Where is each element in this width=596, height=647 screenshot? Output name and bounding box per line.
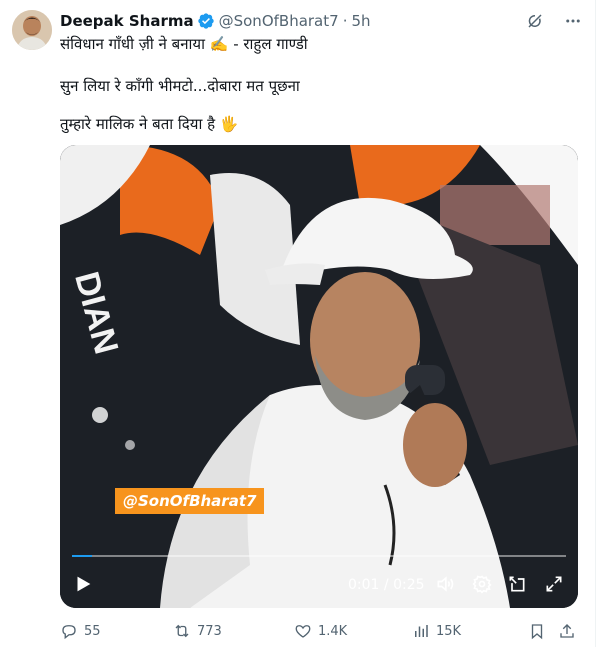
author-handle[interactable]: @SonOfBharat7 — [219, 12, 339, 30]
repost-button[interactable]: 773 — [173, 622, 222, 640]
video-progress-bar[interactable] — [72, 555, 566, 557]
settings-icon[interactable] — [471, 573, 493, 595]
tweet-text-line-1: संविधान गाँधी ज़ी ने बनाया ✍️ - राहुल गा… — [60, 35, 308, 53]
like-button[interactable]: 1.4K — [294, 622, 347, 640]
like-icon — [295, 625, 311, 638]
author-name[interactable]: Deepak Sharma — [60, 12, 194, 30]
video-time-separator: / — [379, 577, 394, 593]
views-button[interactable]: 15K — [412, 622, 461, 640]
separator-dot: · — [342, 12, 348, 30]
fullscreen-icon[interactable] — [543, 573, 565, 595]
grok-icon[interactable] — [525, 11, 545, 31]
minimize-icon[interactable] — [506, 573, 528, 595]
video-watermark: @SonOfBharat7 — [115, 488, 265, 514]
tweet-header: Deepak Sharma @SonOfBharat7 · 5h — [60, 10, 583, 32]
like-count: 1.4K — [318, 623, 348, 639]
volume-icon[interactable] — [434, 573, 456, 595]
views-count: 15K — [436, 623, 462, 639]
more-icon[interactable] — [563, 11, 583, 31]
video-frame: DIAN — [60, 145, 578, 608]
video-player[interactable]: DIAN @SonOfBharat7 0:01 / 0:25 — [60, 145, 578, 608]
repost-count: 773 — [197, 623, 222, 639]
play-icon[interactable] — [72, 573, 94, 595]
share-button[interactable] — [558, 622, 576, 640]
tweet-actions: 55 773 1.4K 15K — [60, 620, 583, 642]
tweet-text-line-3: तुम्हारे मालिक ने बता दिया है 🖐 — [60, 115, 239, 133]
tweet-card[interactable]: Deepak Sharma @SonOfBharat7 · 5h संविधान… — [0, 0, 596, 647]
timestamp[interactable]: 5h — [351, 12, 370, 30]
bookmark-icon — [531, 624, 543, 640]
repost-icon — [175, 624, 189, 638]
views-icon — [415, 625, 428, 637]
video-time-total: 0:25 — [393, 577, 425, 593]
video-time-current: 0:01 — [348, 577, 380, 593]
reply-button[interactable]: 55 — [60, 622, 101, 640]
tweet-text-line-2: सुन लिया रे कॉंगी भीमटो...दोबारा मत पूछन… — [60, 77, 300, 95]
video-time: 0:01 / 0:25 — [348, 577, 425, 593]
video-progress-fill — [72, 555, 92, 557]
reply-icon — [62, 625, 76, 640]
bookmark-button[interactable] — [528, 622, 546, 640]
avatar[interactable] — [12, 10, 52, 50]
reply-count: 55 — [84, 623, 101, 639]
share-icon — [560, 624, 574, 638]
verified-badge-icon — [197, 12, 215, 30]
